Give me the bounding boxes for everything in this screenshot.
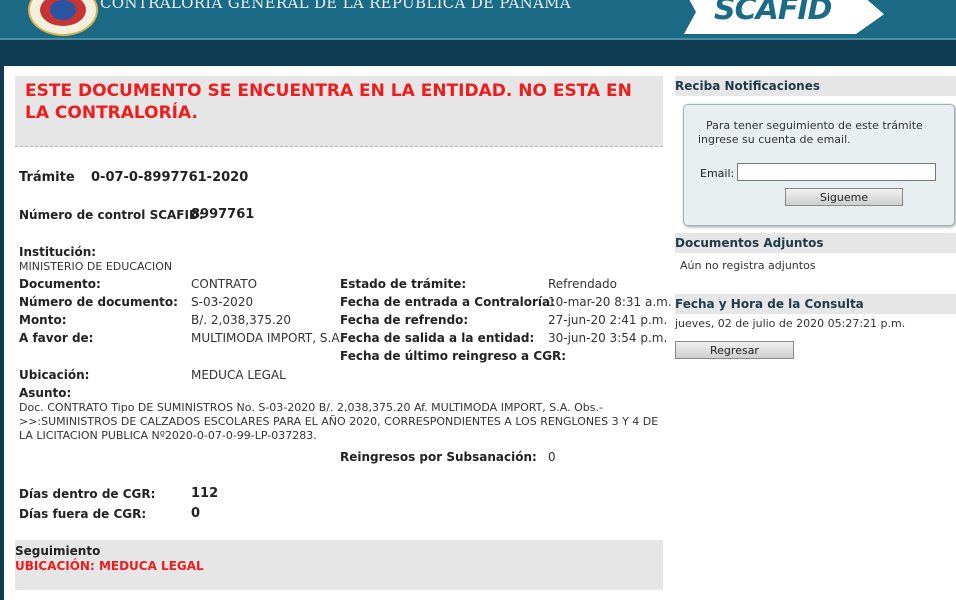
numero-documento-value: S-03-2020 bbox=[191, 295, 254, 309]
estado-value: Refrendado bbox=[548, 277, 617, 291]
coat-of-arms-logo bbox=[28, 0, 98, 36]
seguimiento-title: Seguimiento bbox=[15, 544, 101, 558]
notificaciones-heading: Reciba Notificaciones bbox=[675, 76, 956, 96]
fecha-salida-value: 30-jun-20 3:54 p.m. bbox=[548, 331, 668, 345]
seguimiento-ubicacion: UBICACIÓN: MEDUCA LEGAL bbox=[15, 559, 204, 573]
dias-dentro-value: 112 bbox=[191, 486, 219, 501]
a-favor-label: A favor de: bbox=[19, 331, 94, 345]
fecha-salida-label: Fecha de salida a la entidad: bbox=[340, 331, 535, 345]
fecha-consulta-heading: Fecha y Hora de la Consulta bbox=[675, 294, 956, 314]
institucion-value: MINISTERIO DE EDUCACION bbox=[19, 260, 173, 273]
notificaciones-panel: Para tener seguimiento de este trámite i… bbox=[683, 104, 955, 226]
institucion-label: Institución: bbox=[19, 245, 97, 259]
fecha-entrada-label: Fecha de entrada a Contraloría: bbox=[340, 295, 555, 309]
documentos-heading: Documentos Adjuntos bbox=[675, 233, 956, 253]
email-label: Email: bbox=[700, 167, 735, 180]
monto-value: B/. 2,038,375.20 bbox=[191, 313, 292, 327]
email-input[interactable] bbox=[737, 163, 936, 181]
ubicacion-label: Ubicación: bbox=[19, 368, 90, 382]
alert-message: ESTE DOCUMENTO SE ENCUENTRA EN LA ENTIDA… bbox=[25, 81, 632, 123]
a-favor-value: MULTIMODA IMPORT, S.A. bbox=[191, 331, 344, 345]
reingresos-value: 0 bbox=[548, 450, 556, 464]
tramite-value: 0-07-0-8997761-2020 bbox=[91, 170, 249, 185]
documento-value: CONTRATO bbox=[191, 277, 258, 291]
notificaciones-text: Para tener seguimiento de este trámite i… bbox=[698, 119, 923, 146]
fecha-entrada-value: 10-mar-20 8:31 a.m. bbox=[548, 295, 672, 309]
documentos-text: Aún no registra adjuntos bbox=[680, 259, 816, 272]
fecha-reingreso-label: Fecha de último reingreso a CGR: bbox=[340, 349, 567, 363]
fecha-reingreso-value: - bbox=[548, 349, 553, 363]
fecha-refrendo-value: 27-jun-20 2:41 p.m. bbox=[548, 313, 668, 327]
reingresos-label: Reingresos por Subsanación: bbox=[340, 450, 537, 464]
back-button[interactable]: Regresar bbox=[675, 341, 794, 359]
fecha-consulta-text: jueves, 02 de julio de 2020 05:27:21 p.m… bbox=[675, 317, 906, 330]
estado-label: Estado de trámite: bbox=[340, 277, 467, 291]
dias-fuera-value: 0 bbox=[191, 506, 201, 521]
ubicacion-value: MEDUCA LEGAL bbox=[191, 368, 286, 382]
alert-box: ESTE DOCUMENTO SE ENCUENTRA EN LA ENTIDA… bbox=[15, 76, 663, 147]
header-title: CONTRALORÍA GENERAL DE LA REPÚBLICA DE P… bbox=[100, 0, 571, 12]
dias-fuera-label: Días fuera de CGR: bbox=[19, 507, 147, 521]
follow-button[interactable]: Sigueme bbox=[785, 188, 903, 206]
seguimiento-panel: Seguimiento UBICACIÓN: MEDUCA LEGAL bbox=[15, 540, 663, 590]
header-bar bbox=[0, 38, 956, 66]
tramite-label: Trámite bbox=[19, 170, 75, 185]
left-border bbox=[0, 64, 4, 600]
scafid-logo: SCAFID bbox=[684, 0, 884, 34]
documento-label: Documento: bbox=[19, 277, 101, 291]
asunto-label: Asunto: bbox=[19, 386, 72, 400]
numero-documento-label: Número de documento: bbox=[19, 295, 178, 309]
scafid-logo-text: SCAFID bbox=[714, 0, 832, 27]
asunto-value: Doc. CONTRATO Tipo DE SUMINISTROS No. S-… bbox=[19, 401, 659, 442]
fecha-refrendo-label: Fecha de refrendo: bbox=[340, 313, 469, 327]
dias-dentro-label: Días dentro de CGR: bbox=[19, 487, 156, 501]
control-value: 8997761 bbox=[191, 207, 255, 222]
site-header: CONTRALORÍA GENERAL DE LA REPÚBLICA DE P… bbox=[0, 0, 956, 38]
monto-label: Monto: bbox=[19, 313, 67, 327]
control-label: Número de control SCAFID: bbox=[19, 208, 204, 222]
